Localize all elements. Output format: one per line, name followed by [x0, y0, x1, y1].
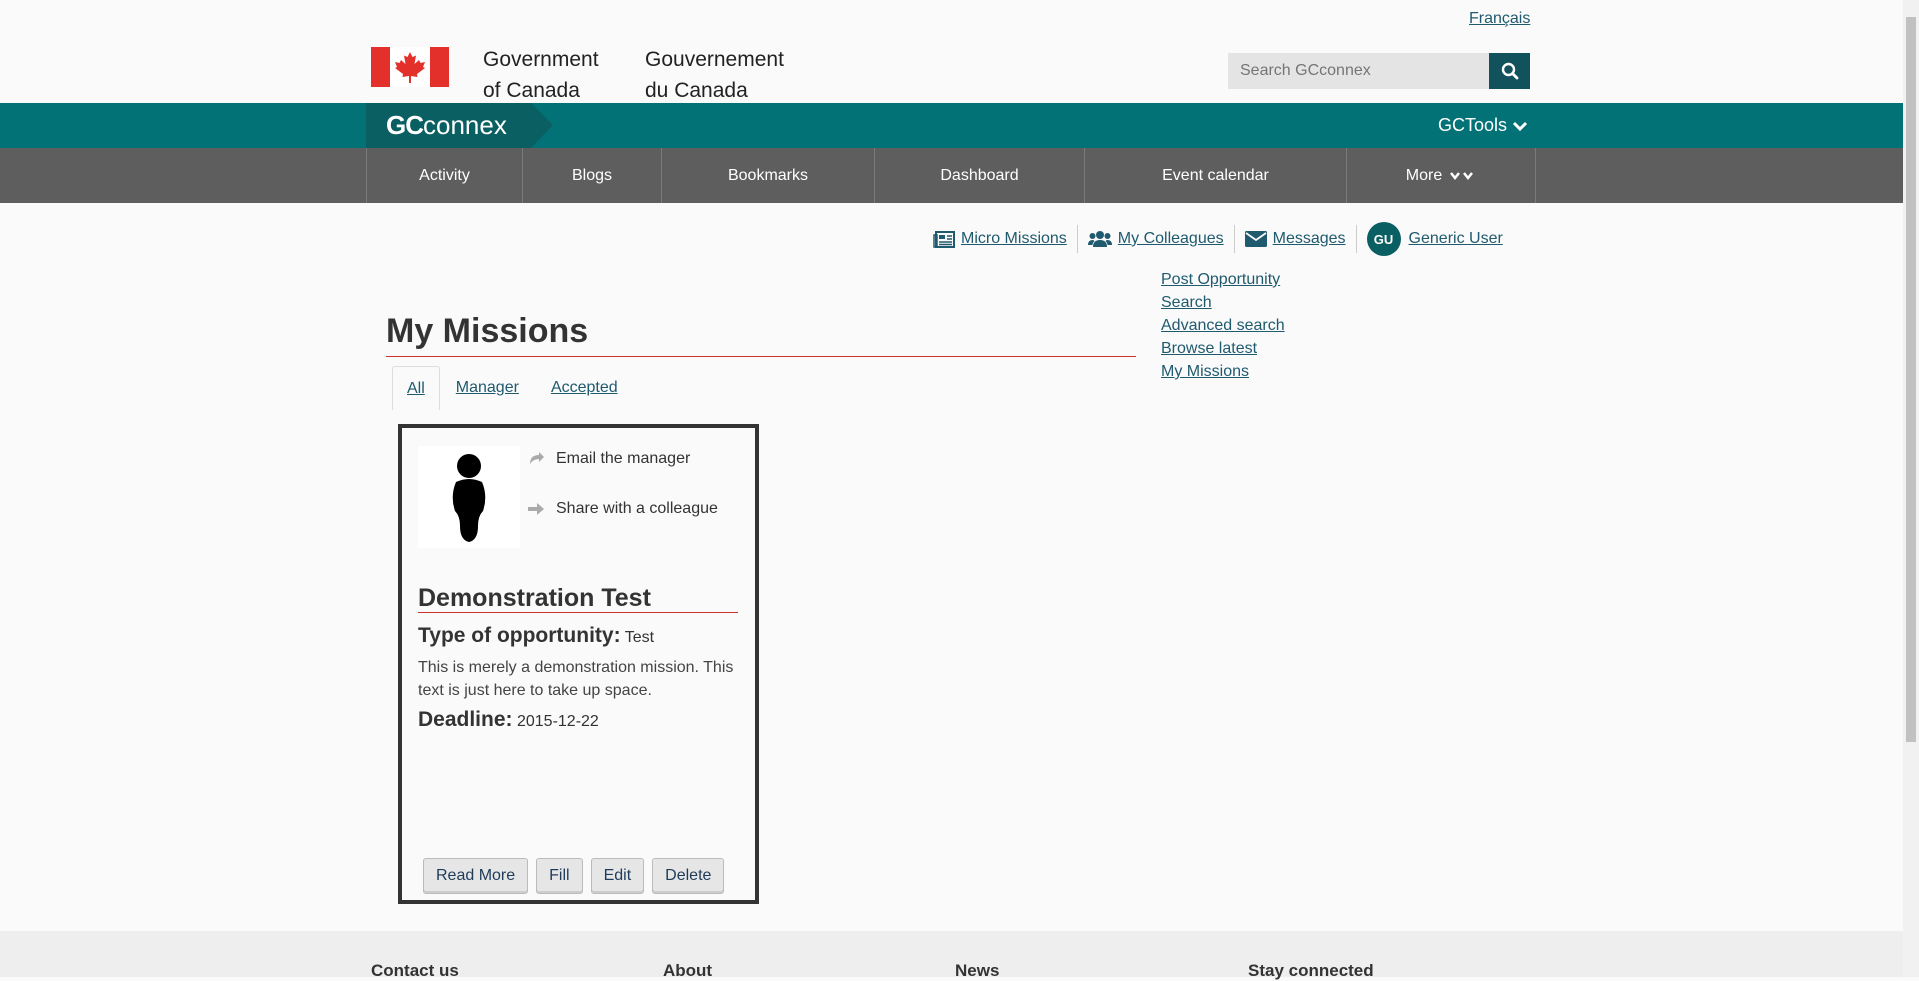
mission-title: Demonstration Test — [418, 584, 651, 612]
micro-missions-label[interactable]: Micro Missions — [961, 230, 1067, 248]
share-colleague-action[interactable]: Share with a colleague — [528, 498, 718, 520]
tab-all[interactable]: All — [392, 366, 440, 410]
page-scrollbar[interactable] — [1903, 0, 1919, 977]
government-of-canada-signature: Government of Canada Gouvernement du Can… — [371, 44, 784, 102]
brand-connex: connex — [423, 110, 507, 140]
mission-buttons: Read More Fill Edit Delete — [423, 858, 732, 894]
main-menu: Activity Blogs Bookmarks Dashboard Event… — [366, 148, 1536, 203]
menu-item-activity[interactable]: Activity — [367, 148, 523, 203]
mission-description: This is merely a demonstration mission. … — [418, 659, 734, 699]
my-colleagues-label[interactable]: My Colleagues — [1118, 230, 1224, 248]
deadline-label: Deadline: — [418, 708, 513, 731]
menu-item-more[interactable]: More — [1347, 148, 1536, 203]
edit-button[interactable]: Edit — [590, 858, 645, 894]
delete-button[interactable]: Delete — [652, 858, 725, 894]
sidebar-link-advanced-search[interactable]: Advanced search — [1161, 314, 1285, 337]
type-label: Type of opportunity: — [418, 624, 621, 647]
site-search — [1228, 53, 1530, 89]
mission-type: Type of opportunity: Test — [418, 624, 654, 648]
mission-card: Email the manager Share with a colleague… — [398, 424, 759, 904]
search-input[interactable] — [1228, 53, 1489, 89]
mission-actions: Email the manager Share with a colleague — [528, 444, 718, 548]
chevron-down-icon — [1512, 121, 1528, 131]
missions-sidebar: Post Opportunity Search Advanced search … — [1161, 268, 1285, 383]
user-navigation: Micro Missions My Colleagues Messages GU… — [923, 222, 1513, 256]
arrow-right-icon — [528, 503, 544, 515]
tab-accepted[interactable]: Accepted — [535, 366, 634, 410]
mission-title-divider — [418, 612, 738, 613]
deadline-value: 2015-12-22 — [516, 713, 599, 730]
type-value: Test — [624, 629, 655, 646]
government-wordmark: Government of Canada Gouvernement du Can… — [483, 44, 784, 106]
language-toggle-link[interactable]: Français — [1469, 10, 1530, 28]
user-name-label[interactable]: Generic User — [1409, 230, 1503, 248]
tab-manager[interactable]: Manager — [440, 366, 535, 410]
avatar[interactable]: GU — [1366, 222, 1401, 256]
fill-button[interactable]: Fill — [536, 858, 583, 894]
canada-flag-icon — [371, 47, 449, 87]
footer: Contact us About News Stay connected — [0, 931, 1903, 980]
missions-tabs: All Manager Accepted — [392, 366, 634, 410]
footer-about[interactable]: About — [663, 961, 712, 981]
wordmark-en-line1: Government — [483, 48, 599, 71]
gctools-dropdown[interactable]: GCTools — [1438, 103, 1528, 148]
footer-stay-connected[interactable]: Stay connected — [1248, 961, 1374, 981]
share-colleague-label: Share with a colleague — [556, 500, 718, 517]
page-title: My Missions — [386, 312, 589, 350]
wordmark-en-line2: of Canada — [483, 79, 580, 102]
messages-link[interactable]: Messages — [1235, 225, 1357, 253]
gcconnex-home-link[interactable]: GC connex — [366, 103, 553, 148]
email-manager-action[interactable]: Email the manager — [528, 448, 718, 470]
brand-gc: GC — [386, 110, 424, 140]
envelope-icon — [1244, 231, 1267, 247]
scrollbar-thumb[interactable] — [1906, 17, 1916, 742]
menu-item-event-calendar[interactable]: Event calendar — [1085, 148, 1347, 203]
mission-avatar — [418, 446, 520, 548]
micro-missions-link[interactable]: Micro Missions — [923, 225, 1078, 253]
main-menu-bar: Activity Blogs Bookmarks Dashboard Event… — [0, 148, 1903, 203]
my-colleagues-link[interactable]: My Colleagues — [1078, 225, 1235, 253]
title-divider — [386, 356, 1136, 357]
menu-item-dashboard[interactable]: Dashboard — [875, 148, 1085, 203]
sidebar-link-post-opportunity[interactable]: Post Opportunity — [1161, 268, 1285, 291]
messages-label[interactable]: Messages — [1273, 230, 1346, 248]
sidebar-link-search[interactable]: Search — [1161, 291, 1285, 314]
footer-news[interactable]: News — [955, 961, 999, 981]
gctools-label: GCTools — [1438, 115, 1508, 135]
wordmark-fr-line1: Gouvernement — [645, 48, 784, 71]
reply-arrow-icon — [530, 452, 544, 464]
email-manager-label: Email the manager — [556, 450, 691, 467]
wordmark-fr-line2: du Canada — [645, 79, 748, 102]
person-silhouette-icon — [452, 454, 486, 542]
sidebar-link-browse-latest[interactable]: Browse latest — [1161, 337, 1285, 360]
search-button[interactable] — [1489, 53, 1530, 89]
sidebar-link-my-missions[interactable]: My Missions — [1161, 360, 1285, 383]
search-icon — [1501, 62, 1518, 80]
newspaper-icon — [933, 230, 955, 248]
read-more-button[interactable]: Read More — [423, 858, 529, 894]
mission-deadline: Deadline: 2015-12-22 — [418, 708, 599, 732]
menu-item-bookmarks[interactable]: Bookmarks — [662, 148, 875, 203]
double-chevron-down-icon — [1450, 171, 1474, 180]
users-icon — [1087, 231, 1112, 247]
user-profile-link[interactable]: GU Generic User — [1357, 222, 1513, 256]
brand-bar: GC connex GCTools — [0, 103, 1903, 148]
footer-contact-us[interactable]: Contact us — [371, 961, 459, 981]
menu-item-blogs[interactable]: Blogs — [523, 148, 662, 203]
menu-more-label: More — [1405, 166, 1443, 184]
